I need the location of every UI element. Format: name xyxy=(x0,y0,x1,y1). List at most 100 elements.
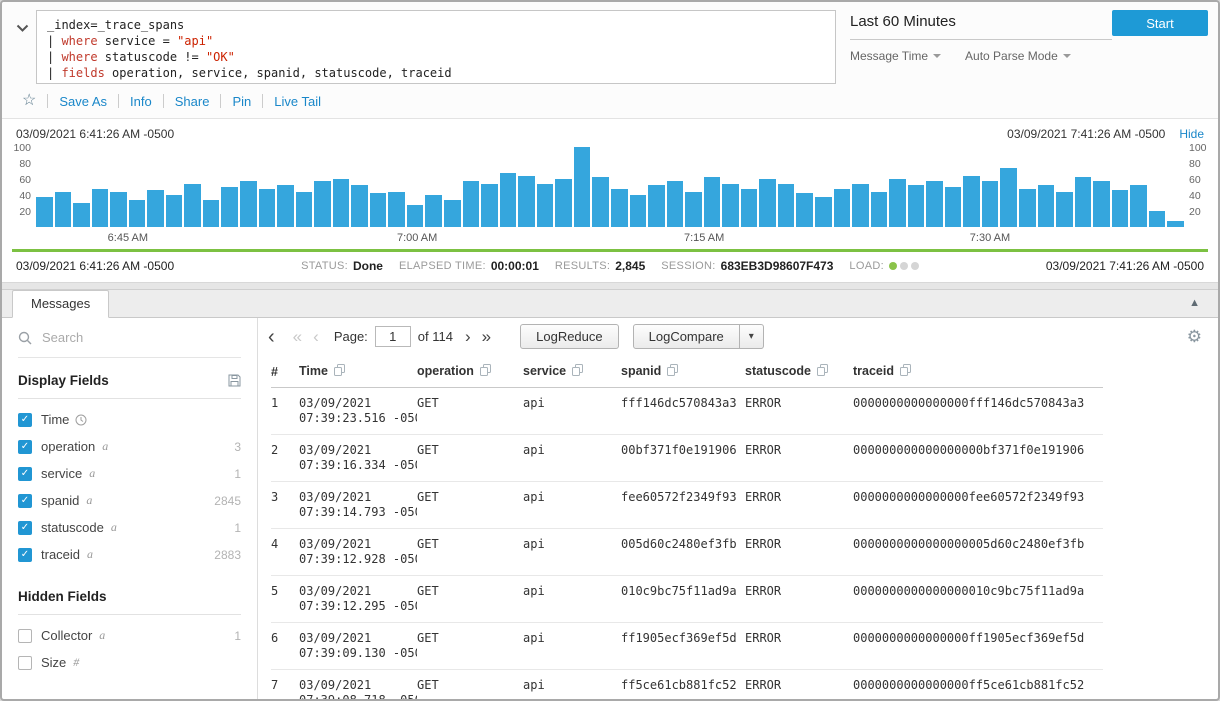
message-time-dropdown[interactable]: Message Time xyxy=(850,49,941,63)
histogram-bar[interactable] xyxy=(333,179,350,227)
histogram-bar[interactable] xyxy=(1149,211,1166,227)
start-button[interactable]: Start xyxy=(1112,10,1208,36)
field-item-service[interactable]: ✓servicea1 xyxy=(18,460,241,487)
field-checkbox[interactable]: ✓ xyxy=(18,440,32,454)
histogram-bar[interactable] xyxy=(92,189,109,227)
field-item-size[interactable]: Size# xyxy=(18,649,241,676)
column-header-time[interactable]: Time xyxy=(299,355,417,388)
histogram-bar[interactable] xyxy=(1019,189,1036,227)
field-checkbox[interactable] xyxy=(18,656,32,670)
last-page-icon[interactable]: » xyxy=(482,328,491,345)
collapse-panel-icon[interactable]: ▲ xyxy=(1189,297,1200,309)
histogram-bar[interactable] xyxy=(759,179,776,227)
histogram-bar[interactable] xyxy=(407,205,424,227)
histogram-bar[interactable] xyxy=(73,203,90,227)
histogram-bar[interactable] xyxy=(425,195,442,227)
histogram-bar[interactable] xyxy=(852,184,869,227)
table-row[interactable]: 703/09/202107:39:08.718 -0500GETapiff5ce… xyxy=(271,670,1103,700)
histogram-bar[interactable] xyxy=(704,177,721,227)
page-number-input[interactable] xyxy=(375,326,411,347)
histogram-bar[interactable] xyxy=(537,184,554,227)
copy-icon[interactable] xyxy=(817,364,828,379)
auto-parse-dropdown[interactable]: Auto Parse Mode xyxy=(965,49,1071,63)
field-item-time[interactable]: ✓Time xyxy=(18,406,241,433)
histogram-bar[interactable] xyxy=(518,176,535,227)
first-page-icon[interactable]: « xyxy=(293,328,302,345)
histogram-bar[interactable] xyxy=(685,192,702,227)
chevron-down-icon[interactable] xyxy=(10,10,36,38)
histogram-bar[interactable] xyxy=(184,184,201,227)
copy-icon[interactable] xyxy=(572,364,583,379)
field-item-collector[interactable]: Collectora1 xyxy=(18,622,241,649)
histogram-bar[interactable] xyxy=(203,200,220,227)
table-row[interactable]: 503/09/202107:39:12.295 -0500GETapi010c9… xyxy=(271,576,1103,623)
histogram-bar[interactable] xyxy=(1038,185,1055,227)
action-link-info[interactable]: Info xyxy=(130,94,152,109)
histogram-bar[interactable] xyxy=(667,181,684,227)
histogram-bar[interactable] xyxy=(982,181,999,227)
histogram-bar[interactable] xyxy=(722,184,739,227)
column-header-operation[interactable]: operation xyxy=(417,355,523,388)
histogram-bar[interactable] xyxy=(129,200,146,227)
query-editor[interactable]: _index=_trace_spans| where service = "ap… xyxy=(36,10,836,84)
next-page-icon[interactable]: › xyxy=(465,328,471,345)
column-header-statuscode[interactable]: statuscode xyxy=(745,355,853,388)
histogram-bar[interactable] xyxy=(592,177,609,227)
prev-page-icon[interactable]: ‹ xyxy=(313,328,319,345)
histogram-bar[interactable] xyxy=(815,197,832,227)
histogram-bar[interactable] xyxy=(871,192,888,227)
histogram-bar[interactable] xyxy=(926,181,943,227)
histogram-bar[interactable] xyxy=(147,190,164,227)
hide-histogram-link[interactable]: Hide xyxy=(1179,127,1204,141)
table-row[interactable]: 303/09/202107:39:14.793 -0500GETapifee60… xyxy=(271,482,1103,529)
column-header-service[interactable]: service xyxy=(523,355,621,388)
histogram-bar[interactable] xyxy=(1093,181,1110,227)
action-link-save-as[interactable]: Save As xyxy=(59,94,107,109)
logreduce-button[interactable]: LogReduce xyxy=(520,324,619,349)
field-item-spanid[interactable]: ✓spanida2845 xyxy=(18,487,241,514)
histogram-bar[interactable] xyxy=(796,193,813,227)
time-range-selector[interactable]: Last 60 Minutes xyxy=(850,10,1112,40)
histogram-bar[interactable] xyxy=(314,181,331,227)
histogram-bar[interactable] xyxy=(1112,190,1129,227)
histogram-bar[interactable] xyxy=(555,179,572,227)
histogram-bar[interactable] xyxy=(221,187,238,227)
histogram-bar[interactable] xyxy=(1000,168,1017,227)
histogram-bar[interactable] xyxy=(463,181,480,227)
histogram-bar[interactable] xyxy=(36,197,53,227)
field-checkbox[interactable]: ✓ xyxy=(18,467,32,481)
gear-icon[interactable]: ⚙ xyxy=(1187,328,1202,345)
column-header-spanid[interactable]: spanid xyxy=(621,355,745,388)
histogram-bar[interactable] xyxy=(240,181,257,227)
logcompare-dropdown-icon[interactable]: ▾ xyxy=(740,324,764,349)
histogram-bar[interactable] xyxy=(611,189,628,227)
histogram-bar[interactable] xyxy=(1056,192,1073,227)
histogram-bar[interactable] xyxy=(1130,185,1147,227)
histogram-bar[interactable] xyxy=(1167,221,1184,227)
favorite-star-icon[interactable]: ☆ xyxy=(22,93,36,109)
tab-messages[interactable]: Messages xyxy=(12,290,109,318)
copy-icon[interactable] xyxy=(667,364,678,379)
table-row[interactable]: 603/09/202107:39:09.130 -0500GETapiff190… xyxy=(271,623,1103,670)
histogram-bar[interactable] xyxy=(963,176,980,227)
action-link-live-tail[interactable]: Live Tail xyxy=(274,94,321,109)
histogram-bar[interactable] xyxy=(166,195,183,227)
histogram-bar[interactable] xyxy=(55,192,72,227)
copy-icon[interactable] xyxy=(334,364,345,379)
histogram-bar[interactable] xyxy=(388,192,405,227)
histogram-bar[interactable] xyxy=(574,147,591,227)
save-fields-icon[interactable] xyxy=(228,374,241,387)
column-header-num[interactable]: # xyxy=(271,355,299,388)
field-item-operation[interactable]: ✓operationa3 xyxy=(18,433,241,460)
histogram-bar[interactable] xyxy=(630,195,647,227)
table-row[interactable]: 203/09/202107:39:16.334 -0500GETapi00bf3… xyxy=(271,435,1103,482)
field-checkbox[interactable]: ✓ xyxy=(18,494,32,508)
histogram-bar[interactable] xyxy=(277,185,294,227)
field-item-traceid[interactable]: ✓traceida2883 xyxy=(18,541,241,568)
histogram-bar[interactable] xyxy=(741,189,758,227)
histogram-bar[interactable] xyxy=(481,184,498,227)
histogram-bar[interactable] xyxy=(370,193,387,227)
field-checkbox[interactable] xyxy=(18,629,32,643)
histogram-bar[interactable] xyxy=(1075,177,1092,227)
histogram-bar[interactable] xyxy=(259,189,276,227)
